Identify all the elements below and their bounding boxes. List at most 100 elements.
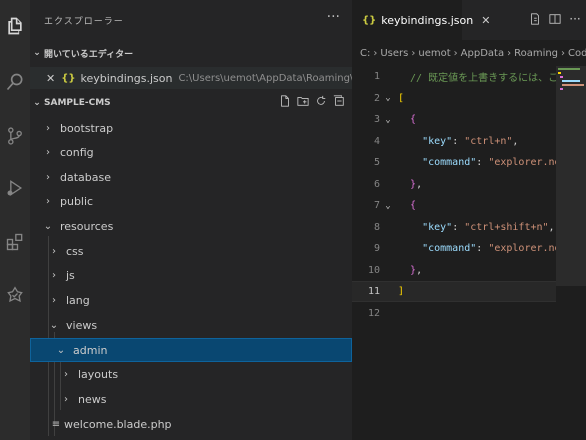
- extensions-icon[interactable]: [3, 230, 27, 254]
- tree-item-label: news: [78, 392, 107, 406]
- code-token: :: [476, 157, 489, 168]
- more-actions-button[interactable]: ···: [327, 9, 340, 25]
- files-icon[interactable]: [3, 14, 27, 38]
- code-token: {: [398, 114, 417, 125]
- tree-item-public[interactable]: › public: [30, 189, 352, 213]
- testing-icon[interactable]: [3, 284, 27, 308]
- tree-item-lang[interactable]: › lang: [30, 288, 352, 312]
- code-token: "key": [398, 221, 453, 233]
- code-line[interactable]: 12: [352, 303, 586, 324]
- tree-item-database[interactable]: › database: [30, 165, 352, 189]
- chevron-down-icon: ⌄: [56, 344, 66, 356]
- chevron-right-icon: ›: [46, 146, 50, 158]
- chevron-right-icon: ›: [64, 368, 68, 380]
- tree-item-welcome-blade[interactable]: ≡ welcome.blade.php: [30, 412, 352, 436]
- code-line[interactable]: 8 "key": "ctrl+shift+n",: [352, 217, 586, 238]
- code-text: {: [398, 114, 416, 125]
- minimap-line: [560, 76, 563, 78]
- tree-item-label: admin: [73, 343, 108, 357]
- tab-keybindings-json[interactable]: {} keybindings.json ✕: [352, 0, 490, 40]
- line-number: 1: [373, 71, 380, 82]
- tree-item-views[interactable]: ⌄ views: [30, 313, 352, 337]
- new-folder-icon[interactable]: [296, 94, 310, 108]
- new-file-icon[interactable]: [278, 94, 292, 108]
- code-token: [: [398, 92, 405, 104]
- minimap-line: [562, 80, 580, 82]
- refresh-icon[interactable]: [314, 94, 328, 108]
- code-line[interactable]: 9 "command": "explorer.newF: [352, 238, 586, 259]
- tree-item-layouts[interactable]: › layouts: [30, 362, 352, 386]
- run-debug-icon[interactable]: [3, 176, 27, 200]
- fold-chevron-icon[interactable]: ⌄: [380, 93, 396, 103]
- split-editor-icon[interactable]: [548, 12, 562, 26]
- tree-item-label: lang: [66, 293, 90, 307]
- breadcrumb-segment[interactable]: Roaming: [514, 48, 558, 59]
- fold-chevron-icon[interactable]: ⌄: [380, 115, 396, 125]
- code-line[interactable]: 4 "key": "ctrl+n",: [352, 131, 586, 152]
- fold-chevron-icon[interactable]: ⌄: [380, 201, 396, 211]
- code-token: "command": [398, 243, 477, 254]
- line-number: 8: [373, 221, 380, 233]
- tree-item-config[interactable]: › config: [30, 140, 352, 164]
- code-line[interactable]: 3 ⌄ {: [352, 109, 586, 130]
- source-control-icon[interactable]: [3, 124, 27, 148]
- chevron-right-icon: ›: [46, 195, 50, 207]
- chevron-down-icon: ⌄: [49, 319, 59, 331]
- code-text: "command": "explorer.newF: [398, 243, 573, 254]
- open-editors-header[interactable]: ⌄ 開いているエディター: [30, 43, 352, 63]
- line-number: 3: [373, 114, 380, 125]
- code-token: :: [452, 221, 465, 233]
- tree-item-label: css: [66, 244, 84, 258]
- breadcrumb-segment[interactable]: C:: [360, 48, 370, 59]
- code-token: "ctrl+n": [464, 135, 513, 147]
- tree-item-label: js: [66, 268, 75, 282]
- tree-item-label: database: [60, 170, 111, 184]
- tree-item-news[interactable]: › news: [30, 387, 352, 411]
- close-icon[interactable]: ✕: [481, 14, 490, 27]
- json-file-icon: {}: [362, 14, 377, 26]
- tree-item-admin[interactable]: ⌄ admin: [30, 338, 352, 362]
- breadcrumb-separator-icon: ›: [373, 47, 378, 59]
- tree-item-resources[interactable]: ⌄ resources: [30, 214, 352, 238]
- collapse-all-icon[interactable]: [332, 94, 346, 108]
- breadcrumb-segment[interactable]: Users: [380, 48, 408, 59]
- code-token: // 既定値を上書きするには、このフ: [398, 73, 579, 84]
- tree-item-label: public: [60, 194, 94, 208]
- tree-item-bootstrap[interactable]: › bootstrap: [30, 116, 352, 140]
- search-icon[interactable]: [3, 70, 27, 94]
- open-settings-json-icon[interactable]: [528, 12, 542, 26]
- tree-item-css[interactable]: › css: [30, 239, 352, 263]
- breadcrumb-segment[interactable]: uemot: [418, 48, 450, 59]
- chevron-right-icon: ›: [52, 245, 56, 257]
- code-token: }: [398, 178, 417, 190]
- chevron-right-icon: ›: [64, 393, 68, 405]
- breadcrumb-separator-icon: ›: [453, 47, 458, 59]
- chevron-down-icon: ⌄: [33, 48, 41, 58]
- code-line[interactable]: 7 ⌄ {: [352, 195, 586, 216]
- minimap-slider[interactable]: [556, 66, 586, 286]
- code-text: ]: [398, 286, 404, 297]
- code-line[interactable]: 5 "command": "explorer.newF: [352, 152, 586, 173]
- tab-label: keybindings.json: [381, 13, 474, 27]
- breadcrumb-segment[interactable]: AppData: [461, 48, 504, 59]
- code-line[interactable]: 10 },: [352, 260, 586, 281]
- breadcrumb-segment[interactable]: Code: [568, 48, 586, 59]
- code-token: ,: [416, 264, 423, 276]
- close-icon[interactable]: ✕: [46, 72, 55, 85]
- code-text: "key": "ctrl+n",: [398, 136, 518, 147]
- code-line[interactable]: 2 ⌄[: [352, 88, 586, 109]
- editor-area: {} keybindings.json ✕ ··· C: › Users › uem…: [352, 0, 586, 440]
- more-actions-icon[interactable]: ···: [568, 12, 582, 26]
- chevron-right-icon: ›: [52, 294, 56, 306]
- code-line[interactable]: 1 // 既定値を上書きするには、このフ: [352, 66, 586, 87]
- code-line[interactable]: 11]: [352, 281, 586, 302]
- code-token: ,: [416, 178, 423, 190]
- minimap[interactable]: [556, 66, 586, 440]
- code-line[interactable]: 6 },: [352, 174, 586, 195]
- tree-item-js[interactable]: › js: [30, 263, 352, 287]
- code-token: "key": [398, 135, 453, 147]
- open-editor-item[interactable]: ✕ {} keybindings.json C:\Users\uemot\App…: [30, 67, 352, 89]
- tree-item-label: views: [66, 318, 98, 332]
- line-number: 4: [373, 135, 380, 147]
- line-number: 9: [373, 243, 380, 254]
